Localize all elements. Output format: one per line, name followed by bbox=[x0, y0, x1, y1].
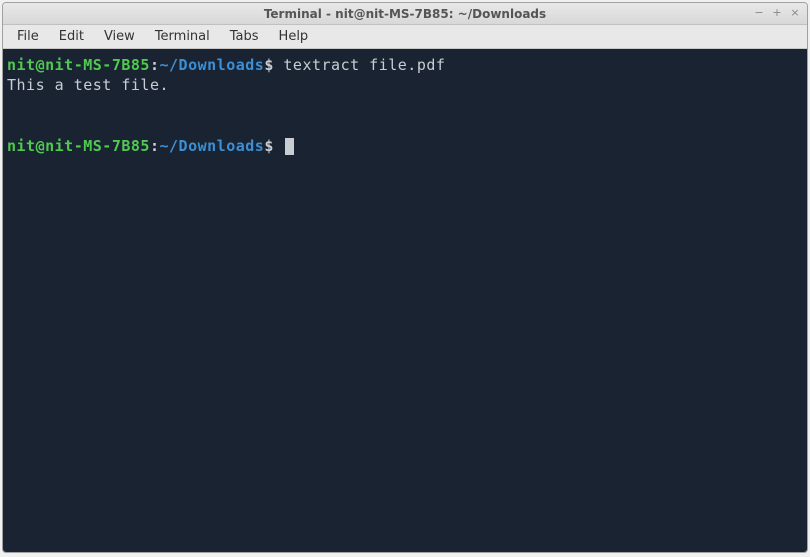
prompt-path: ~/Downloads bbox=[160, 137, 265, 155]
terminal-body[interactable]: nit@nit-MS-7B85:~/Downloads$ textract fi… bbox=[3, 49, 807, 552]
cursor bbox=[285, 138, 294, 155]
blank-line bbox=[7, 96, 803, 116]
menu-file[interactable]: File bbox=[7, 26, 49, 47]
menu-edit[interactable]: Edit bbox=[49, 26, 94, 47]
close-button[interactable]: × bbox=[789, 6, 801, 19]
menu-help[interactable]: Help bbox=[269, 26, 319, 47]
window-controls: − + × bbox=[753, 6, 801, 19]
prompt-line-1: nit@nit-MS-7B85:~/Downloads$ textract fi… bbox=[7, 55, 803, 75]
terminal-window: Terminal - nit@nit-MS-7B85: ~/Downloads … bbox=[2, 2, 808, 553]
titlebar: Terminal - nit@nit-MS-7B85: ~/Downloads … bbox=[3, 3, 807, 25]
prompt-symbol: $ bbox=[264, 56, 274, 74]
prompt-line-2: nit@nit-MS-7B85:~/Downloads$ bbox=[7, 136, 803, 156]
blank-line bbox=[7, 116, 803, 136]
prompt-colon: : bbox=[150, 137, 160, 155]
menu-view[interactable]: View bbox=[94, 26, 145, 47]
maximize-button[interactable]: + bbox=[771, 6, 783, 19]
minimize-button[interactable]: − bbox=[753, 6, 765, 19]
menubar: File Edit View Terminal Tabs Help bbox=[3, 25, 807, 49]
prompt-colon: : bbox=[150, 56, 160, 74]
prompt-user-host: nit@nit-MS-7B85 bbox=[7, 137, 150, 155]
menu-terminal[interactable]: Terminal bbox=[145, 26, 220, 47]
prompt-path: ~/Downloads bbox=[160, 56, 265, 74]
prompt-user-host: nit@nit-MS-7B85 bbox=[7, 56, 150, 74]
output-line: This a test file. bbox=[7, 75, 803, 95]
prompt-symbol: $ bbox=[264, 137, 274, 155]
command-text: textract file.pdf bbox=[274, 56, 446, 74]
menu-tabs[interactable]: Tabs bbox=[220, 26, 269, 47]
window-title: Terminal - nit@nit-MS-7B85: ~/Downloads bbox=[264, 7, 546, 21]
